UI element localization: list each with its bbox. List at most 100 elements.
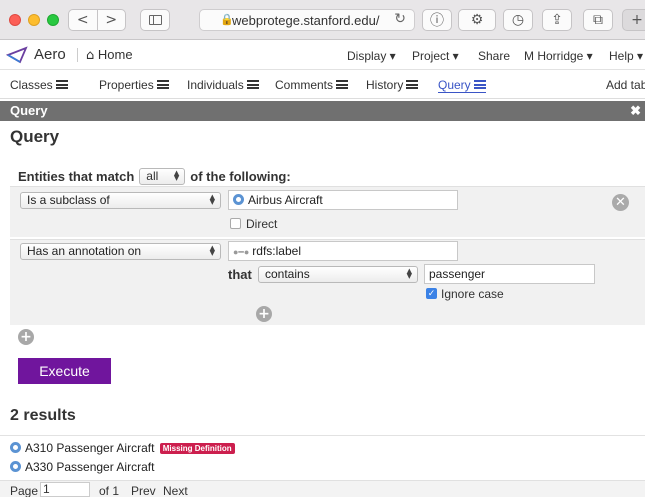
clock-icon: ◷ xyxy=(511,12,525,28)
page-label: Page xyxy=(10,484,39,497)
property-value: rdfs:label xyxy=(252,244,301,258)
info-icon: ⓘ xyxy=(430,13,444,29)
extension-button[interactable]: ⚙ xyxy=(458,9,496,31)
class-icon xyxy=(10,442,21,453)
tab-comments[interactable]: Comments xyxy=(275,78,349,92)
class-value: Airbus Aircraft xyxy=(248,193,323,207)
ignore-case-checkbox[interactable]: ✓ xyxy=(426,288,437,299)
select-arrows-icon: ▲ ▼ xyxy=(209,193,215,206)
project-menu[interactable]: Project ▾ xyxy=(412,49,459,63)
divider xyxy=(77,48,78,62)
app-menu-bar: Aero ⌂ Home Display ▾ Project ▾ Share M … xyxy=(0,40,645,70)
menu-icon xyxy=(336,80,349,89)
portlet-header: Query ✖ xyxy=(0,101,645,121)
add-nested-criterion-icon[interactable]: + xyxy=(256,306,272,322)
back-button[interactable]: < xyxy=(69,10,98,30)
tab-classes[interactable]: Classes xyxy=(10,78,68,92)
project-name: Aero xyxy=(34,46,66,63)
result-label: A330 Passenger Aircraft xyxy=(25,460,155,474)
zoom-window-button[interactable] xyxy=(47,14,59,26)
prev-page-link[interactable]: Prev xyxy=(131,484,156,497)
menu-icon xyxy=(473,80,486,89)
ignore-case-label: Ignore case xyxy=(441,287,504,301)
close-icon[interactable]: ✖ xyxy=(630,101,641,121)
nav-buttons: < > xyxy=(68,9,126,31)
sidebar-icon xyxy=(148,15,162,25)
annotation-property-icon: ●━● xyxy=(233,247,250,257)
tab-label: Comments xyxy=(275,78,334,92)
that-label: that xyxy=(228,267,252,282)
share-button[interactable]: ⇪ xyxy=(542,9,572,31)
criterion-type-select[interactable]: Has an annotation on ▲ ▼ xyxy=(20,243,221,260)
help-menu[interactable]: Help ▾ xyxy=(609,49,643,63)
menu-icon xyxy=(246,80,259,89)
match-text-value: passenger xyxy=(429,267,486,281)
share-icon: ⇪ xyxy=(551,12,563,28)
select-arrows-icon: ▲ ▼ xyxy=(406,267,412,280)
tab-label: Individuals xyxy=(187,78,244,92)
match-mode-select[interactable]: all ▲ ▼ xyxy=(139,168,186,185)
info-button[interactable]: ⓘ xyxy=(422,9,452,31)
home-link[interactable]: ⌂ Home xyxy=(86,47,133,63)
criterion-type-select[interactable]: Is a subclass of ▲ ▼ xyxy=(20,192,221,209)
tab-query[interactable]: Query xyxy=(438,78,486,93)
direct-label: Direct xyxy=(246,217,278,231)
class-field[interactable]: Airbus Aircraft xyxy=(228,190,458,210)
match-text-input[interactable]: passenger xyxy=(424,264,595,284)
match-prefix: Entities that match xyxy=(18,169,135,184)
tabs-overview-button[interactable]: ⧉ xyxy=(583,9,613,31)
add-criterion-icon[interactable]: + xyxy=(18,329,34,345)
class-icon xyxy=(233,194,244,205)
address-bar[interactable]: 🔒 webprotege.stanford.edu/ ↻ xyxy=(199,9,415,31)
share-menu[interactable]: Share xyxy=(478,49,510,63)
list-item[interactable]: A330 Passenger Aircraft xyxy=(10,460,154,474)
add-tab-button[interactable]: Add tab xyxy=(606,78,645,92)
select-arrows-icon: ▲ ▼ xyxy=(209,244,215,257)
operator-value: contains xyxy=(265,267,310,281)
lock-icon: 🔒 xyxy=(220,14,234,26)
tab-properties[interactable]: Properties xyxy=(99,78,169,92)
close-window-button[interactable] xyxy=(9,14,21,26)
select-arrows-icon: ▲ ▼ xyxy=(173,169,180,182)
sidebar-toggle-button[interactable] xyxy=(140,9,170,31)
criterion-type-value: Has an annotation on xyxy=(27,244,142,258)
tab-history[interactable]: History xyxy=(366,78,419,92)
forward-button[interactable]: > xyxy=(98,10,126,30)
execute-button[interactable]: Execute xyxy=(18,358,111,384)
new-tab-button[interactable]: + xyxy=(622,9,645,31)
result-label: A310 Passenger Aircraft xyxy=(25,441,155,455)
results-heading: 2 results xyxy=(10,407,76,424)
webprotege-logo-icon xyxy=(6,46,28,64)
portlet-title: Query xyxy=(10,103,48,118)
menu-icon xyxy=(156,80,169,89)
criterion-row: Has an annotation on ▲ ▼ ●━● rdfs:label th… xyxy=(10,239,645,325)
match-suffix: of the following: xyxy=(190,169,291,184)
property-field[interactable]: ●━● rdfs:label xyxy=(228,241,458,261)
minimize-window-button[interactable] xyxy=(28,14,40,26)
pager: Page 1 of 1 Prev Next xyxy=(0,480,645,497)
tab-bar: Classes Properties Individuals Comments … xyxy=(0,71,645,99)
results-list: A310 Passenger Aircraft Missing Definiti… xyxy=(0,435,645,474)
home-icon: ⌂ xyxy=(86,48,95,63)
page-title: Query xyxy=(10,127,60,146)
tab-label: History xyxy=(366,78,404,92)
missing-definition-badge: Missing Definition xyxy=(159,443,235,454)
page-count: of 1 xyxy=(99,484,120,497)
tab-label: Properties xyxy=(99,78,154,92)
tabs-icon: ⧉ xyxy=(593,12,603,28)
history-button[interactable]: ◷ xyxy=(503,9,533,31)
menu-icon xyxy=(55,80,68,89)
next-page-link[interactable]: Next xyxy=(163,484,188,497)
page-number-input[interactable]: 1 xyxy=(40,482,90,497)
reload-icon[interactable]: ↻ xyxy=(394,11,406,27)
user-menu[interactable]: M Horridge ▾ xyxy=(524,49,593,63)
operator-select[interactable]: contains ▲ ▼ xyxy=(258,266,418,283)
display-menu[interactable]: Display ▾ xyxy=(347,49,396,63)
url-text: webprotege.stanford.edu/ xyxy=(232,12,380,28)
tab-individuals[interactable]: Individuals xyxy=(187,78,259,92)
remove-criterion-icon[interactable]: ✕ xyxy=(612,194,629,211)
menu-icon xyxy=(406,80,419,89)
tab-label: Query xyxy=(438,78,471,92)
list-item[interactable]: A310 Passenger Aircraft Missing Definiti… xyxy=(10,441,235,455)
direct-checkbox[interactable] xyxy=(230,218,241,229)
